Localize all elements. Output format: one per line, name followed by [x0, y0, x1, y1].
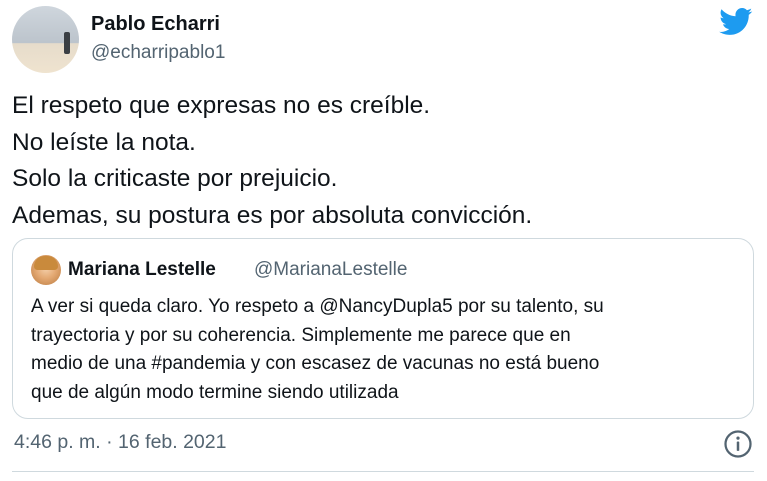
quote-line: que de algún modo termine siendo utiliza… — [31, 381, 399, 403]
info-icon[interactable] — [723, 429, 753, 459]
quoted-author-handle[interactable]: @MarianaLestelle — [254, 259, 407, 281]
avatar-hair — [34, 256, 58, 270]
avatar-figure — [64, 32, 70, 54]
author-handle[interactable]: @echarripablo1 — [91, 42, 225, 64]
tweet-card: Pablo Echarri @echarripablo1 El respeto … — [0, 0, 767, 481]
tweet-line: El respeto que expresas no es creíble. — [12, 92, 431, 119]
quoted-author-name[interactable]: Mariana Lestelle — [68, 259, 216, 281]
tweet-line: Solo la criticaste por prejuicio. — [12, 165, 338, 192]
divider — [12, 471, 754, 472]
tweet-text: El respeto que expresas no es creíble. N… — [12, 88, 752, 234]
tweet-line: Ademas, su postura es por absoluta convi… — [12, 201, 533, 229]
quoted-tweet-text: A ver si queda claro. Yo respeto a @Nanc… — [31, 293, 743, 407]
tweet-line: No leíste la nota. — [12, 128, 196, 156]
tweet-timestamp[interactable]: 4:46 p. m. · 16 feb. 2021 — [14, 431, 226, 454]
quote-line: medio de una #pandemia y con escasez de … — [31, 353, 600, 374]
twitter-bird-icon[interactable] — [719, 8, 753, 36]
quote-line: trayectoria y por su coherencia. Simplem… — [31, 324, 571, 346]
author-name[interactable]: Pablo Echarri — [91, 13, 220, 36]
quote-line: A ver si queda claro. Yo respeto a @Nanc… — [31, 296, 604, 317]
author-avatar[interactable] — [12, 6, 79, 73]
quoted-author-avatar[interactable] — [31, 255, 61, 285]
quoted-tweet[interactable]: Mariana Lestelle @MarianaLestelle A ver … — [12, 238, 754, 419]
